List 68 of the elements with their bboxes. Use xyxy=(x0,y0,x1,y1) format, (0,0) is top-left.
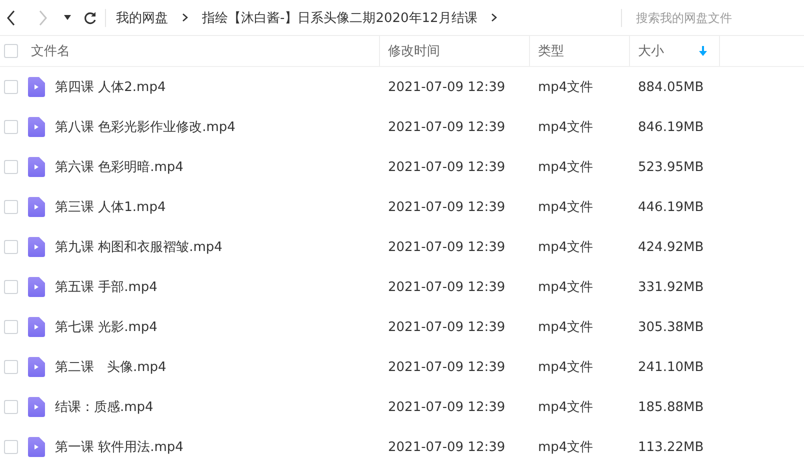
file-size: 185.88MB xyxy=(637,400,705,414)
file-type: mp4文件 xyxy=(537,359,594,376)
modified-time: 2021-07-09 12:39 xyxy=(387,320,506,334)
file-size: 846.19MB xyxy=(637,120,705,134)
modified-time: 2021-07-09 12:39 xyxy=(387,240,506,254)
file-name[interactable]: 结课：质感.mp4 xyxy=(55,398,154,416)
modified-time: 2021-07-09 12:39 xyxy=(387,160,506,174)
file-type: mp4文件 xyxy=(537,119,594,136)
checkbox[interactable] xyxy=(4,360,18,374)
modified-time: 2021-07-09 12:39 xyxy=(387,400,506,414)
modified-time: 2021-07-09 12:39 xyxy=(387,280,506,294)
file-name[interactable]: 第一课 软件用法.mp4 xyxy=(55,438,184,456)
checkbox[interactable] xyxy=(4,400,18,414)
checkbox[interactable] xyxy=(4,280,18,294)
column-label: 大小 xyxy=(638,43,664,60)
file-name[interactable]: 第五课 手部.mp4 xyxy=(55,278,158,296)
file-type: mp4文件 xyxy=(537,319,594,336)
file-size: 305.38MB xyxy=(637,320,705,334)
file-name[interactable]: 第六课 色彩明暗.mp4 xyxy=(55,158,184,176)
file-type: mp4文件 xyxy=(537,159,594,176)
modified-time: 2021-07-09 12:39 xyxy=(387,120,506,134)
file-name[interactable]: 第三课 人体1.mp4 xyxy=(55,198,166,216)
file-size: 241.10MB xyxy=(637,360,705,374)
modified-time: 2021-07-09 12:39 xyxy=(387,440,506,454)
file-name[interactable]: 第二课 头像.mp4 xyxy=(55,358,166,376)
file-size: 884.05MB xyxy=(637,80,705,94)
modified-time: 2021-07-09 12:39 xyxy=(387,200,506,214)
header-cell[interactable]: 文件名 xyxy=(28,36,380,66)
checkbox[interactable] xyxy=(4,120,18,134)
forward-icon[interactable] xyxy=(38,10,48,26)
breadcrumb-link[interactable]: 指绘【沐白酱-】日系头像二期2020年12月结课 xyxy=(202,8,478,26)
file-size: 446.19MB xyxy=(637,200,705,214)
file-type: mp4文件 xyxy=(537,239,594,256)
header-cell[interactable]: 修改时间 xyxy=(380,36,530,66)
file-type: mp4文件 xyxy=(537,199,594,216)
file-name[interactable]: 第四课 人体2.mp4 xyxy=(55,78,166,96)
file-name[interactable]: 第八课 色彩光影作业修改.mp4 xyxy=(55,118,236,136)
modified-time: 2021-07-09 12:39 xyxy=(387,80,506,94)
breadcrumb-link[interactable]: 我的网盘 xyxy=(116,8,168,26)
file-size: 523.95MB xyxy=(637,160,705,174)
chevron-icon xyxy=(182,13,188,22)
file-name[interactable]: 第九课 构图和衣服褶皱.mp4 xyxy=(55,238,222,256)
dropdown-icon[interactable] xyxy=(64,15,71,20)
file-name[interactable]: 第七课 光影.mp4 xyxy=(55,318,158,336)
refresh-icon[interactable] xyxy=(83,10,97,24)
file-type: mp4文件 xyxy=(537,399,594,416)
checkbox[interactable] xyxy=(4,240,18,254)
file-size: 331.92MB xyxy=(637,280,705,294)
checkbox[interactable] xyxy=(4,320,18,334)
file-type: mp4文件 xyxy=(537,79,594,96)
header-cell[interactable]: 类型 xyxy=(530,36,630,66)
column-label: 类型 xyxy=(538,43,564,60)
checkbox[interactable] xyxy=(4,200,18,214)
modified-time: 2021-07-09 12:39 xyxy=(387,360,506,374)
checkbox[interactable] xyxy=(4,80,18,94)
chevron-icon xyxy=(491,13,498,22)
file-type: mp4文件 xyxy=(537,439,594,456)
file-size: 424.92MB xyxy=(637,240,705,254)
checkbox[interactable] xyxy=(4,160,18,174)
file-size: 113.22MB xyxy=(637,440,705,454)
header-cell[interactable]: 大小 xyxy=(630,36,720,66)
column-label: 修改时间 xyxy=(388,43,440,60)
sort-arrow-icon[interactable] xyxy=(699,46,707,56)
file-type: mp4文件 xyxy=(537,279,594,296)
back-icon[interactable] xyxy=(6,10,16,26)
checkbox[interactable] xyxy=(4,44,18,58)
column-label: 文件名 xyxy=(31,43,70,60)
checkbox[interactable] xyxy=(4,440,18,454)
